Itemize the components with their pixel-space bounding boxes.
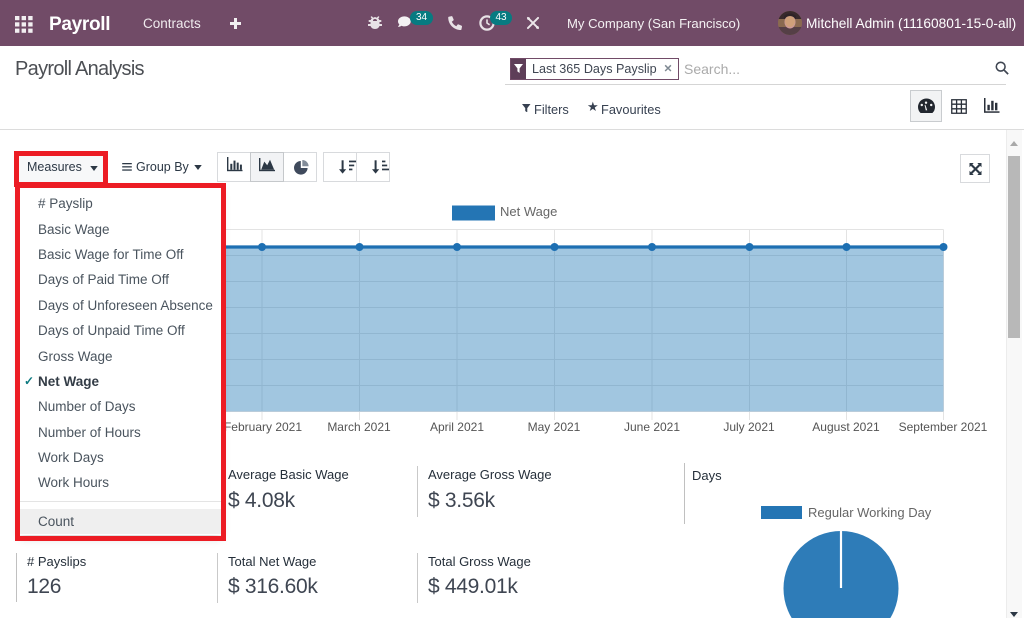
svg-text:August 2021: August 2021 — [812, 420, 880, 434]
svg-text:March 2021: March 2021 — [327, 420, 391, 434]
svg-text:April 2021: April 2021 — [430, 420, 484, 434]
svg-text:September 2021: September 2021 — [899, 420, 988, 434]
svg-text:Net Wage: Net Wage — [500, 204, 557, 219]
svg-text:May 2021: May 2021 — [528, 420, 581, 434]
svg-text:February 2021: February 2021 — [224, 420, 302, 434]
svg-text:July 2021: July 2021 — [723, 420, 775, 434]
svg-text:June 2021: June 2021 — [624, 420, 680, 434]
